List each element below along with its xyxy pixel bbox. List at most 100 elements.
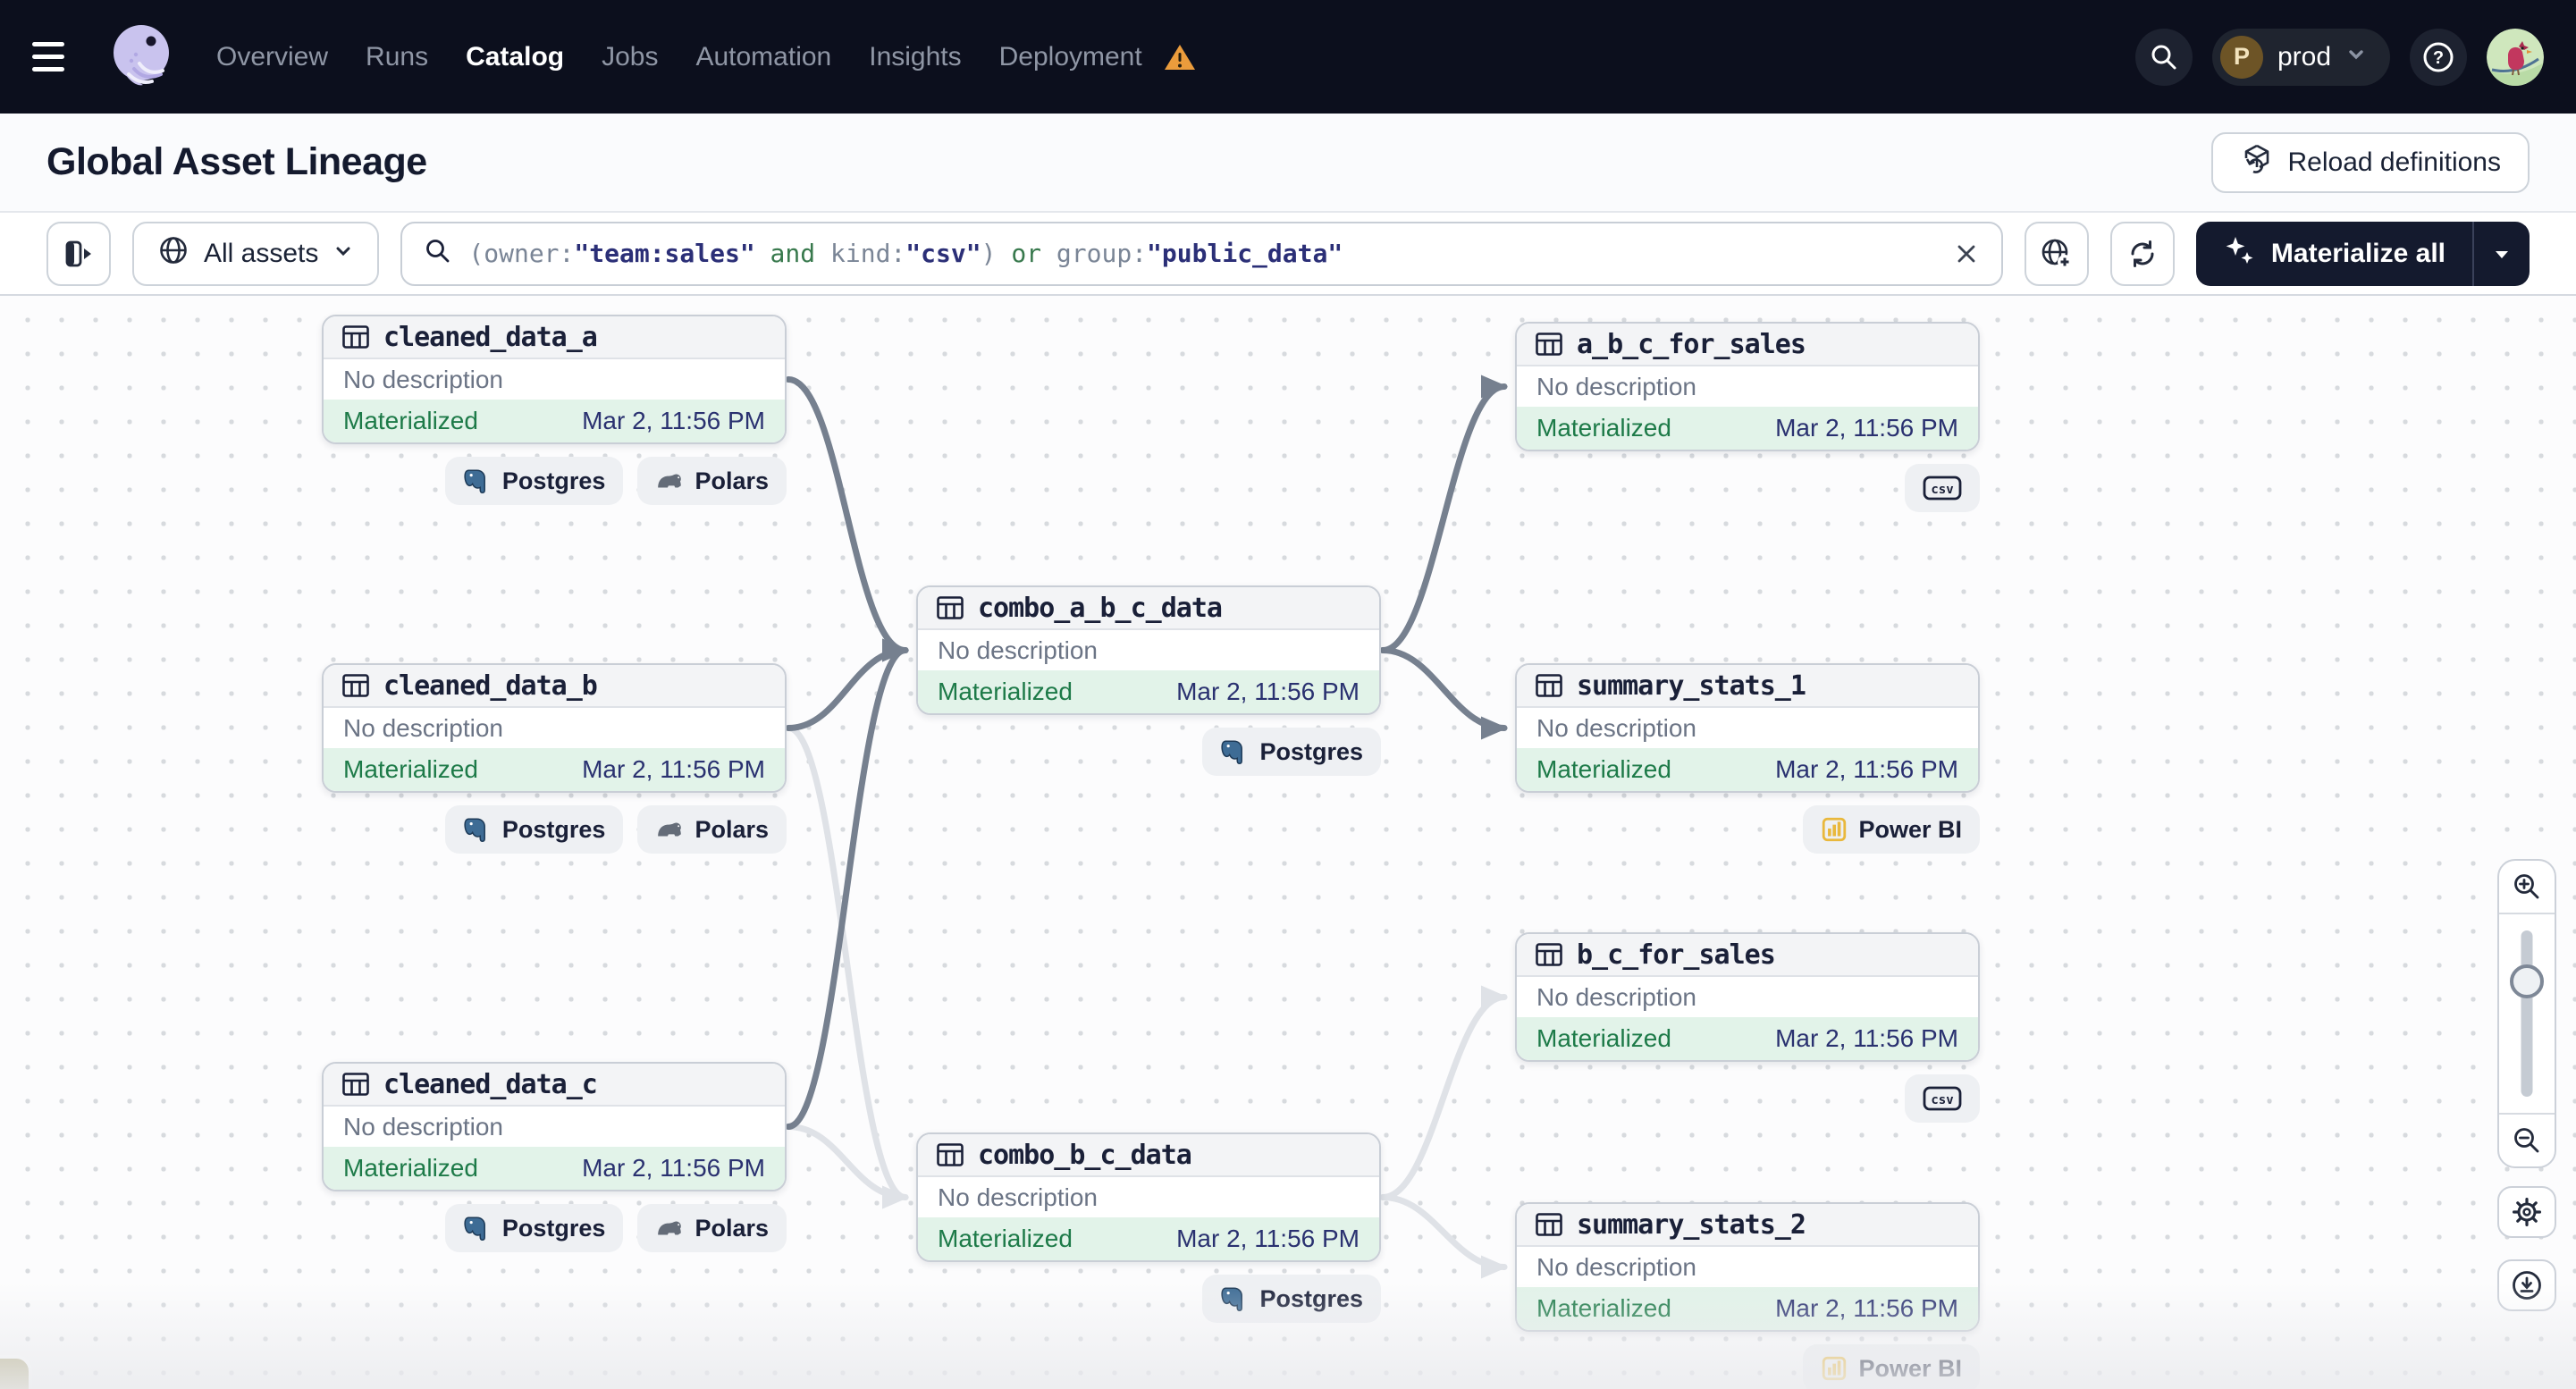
- asset-description: No description: [1536, 713, 1696, 742]
- asset-name: b_c_for_sales: [1577, 939, 1776, 971]
- asset-description: No description: [1536, 982, 1696, 1011]
- filter-query-text[interactable]: (owner:"team:sales" and kind:"csv") or g…: [468, 239, 1937, 268]
- kind-tag-label: Polars: [695, 815, 769, 843]
- zoom-panel: [2497, 859, 2556, 1168]
- asset-name: combo_a_b_c_data: [978, 592, 1223, 624]
- menu-icon[interactable]: [32, 29, 89, 86]
- kind-tag-polars[interactable]: Polars: [637, 457, 787, 505]
- asset-timestamp: Mar 2, 11:56 PM: [582, 407, 765, 434]
- kind-tag-label: Postgres: [501, 1214, 606, 1242]
- asset-timestamp: Mar 2, 11:56 PM: [1176, 678, 1360, 705]
- asset-name: cleaned_data_b: [383, 669, 598, 702]
- clear-icon[interactable]: [1953, 240, 1980, 267]
- minimap[interactable]: [0, 1355, 32, 1389]
- asset-name: cleaned_data_c: [383, 1068, 598, 1100]
- kind-tag-power-bi[interactable]: Power BI: [1803, 1344, 1980, 1389]
- zoom-out-icon[interactable]: [2499, 1115, 2555, 1166]
- table-icon: [1535, 941, 1563, 968]
- nav-item-insights[interactable]: Insights: [869, 42, 961, 72]
- asset-node-combo_b_c_data[interactable]: combo_b_c_data No description Materializ…: [916, 1132, 1381, 1262]
- table-icon: [1535, 1211, 1563, 1238]
- download-icon[interactable]: [2497, 1259, 2556, 1311]
- asset-status: Materialized: [1536, 755, 1671, 783]
- gear-icon[interactable]: [2497, 1186, 2556, 1238]
- asset-node-a_b_c_for_sales[interactable]: a_b_c_for_sales No description Materiali…: [1515, 322, 1980, 451]
- zoom-in-icon[interactable]: [2499, 861, 2555, 913]
- asset-node-b_c_for_sales[interactable]: b_c_for_sales No description Materialize…: [1515, 932, 1980, 1062]
- asset-node-header: combo_b_c_data: [918, 1134, 1379, 1177]
- asset-node-header: b_c_for_sales: [1517, 934, 1978, 977]
- refresh-icon[interactable]: [2109, 221, 2175, 286]
- kind-tags-summary_stats_1: Power BI: [1515, 805, 1980, 854]
- kind-tag-postgres[interactable]: Postgres: [1202, 728, 1381, 776]
- asset-description: No description: [1536, 1252, 1696, 1281]
- kind-tags-summary_stats_2: Power BI: [1515, 1344, 1980, 1389]
- asset-node-header: cleaned_data_c: [324, 1064, 785, 1107]
- nav-item-deployment[interactable]: Deployment: [999, 42, 1142, 72]
- nav-item-overview[interactable]: Overview: [216, 42, 328, 72]
- asset-node-body: No description: [324, 708, 785, 748]
- asset-node-body: No description: [1517, 708, 1978, 748]
- asset-status: Materialized: [938, 1225, 1073, 1252]
- asset-node-summary_stats_1[interactable]: summary_stats_1 No description Materiali…: [1515, 663, 1980, 793]
- csv-icon: csv: [1923, 1085, 1962, 1112]
- deployment-switcher[interactable]: P prod: [2211, 28, 2390, 86]
- asset-node-body: No description: [918, 630, 1379, 670]
- panel-expand-icon[interactable]: [46, 221, 111, 286]
- materialize-options-button[interactable]: [2472, 221, 2530, 286]
- kind-tag-polars[interactable]: Polars: [637, 1204, 787, 1252]
- zoom-slider-handle[interactable]: [2510, 964, 2544, 998]
- dagster-logo[interactable]: [102, 19, 179, 96]
- sparkles-icon: [2223, 233, 2257, 274]
- kind-tag-csv[interactable]: csv: [1905, 1074, 1980, 1123]
- asset-node-cleaned_data_c[interactable]: cleaned_data_c No description Materializ…: [322, 1062, 787, 1191]
- kind-tag-label: Postgres: [1259, 1284, 1363, 1312]
- asset-node-cleaned_data_b[interactable]: cleaned_data_b No description Materializ…: [322, 663, 787, 793]
- reload-definitions-icon: [2240, 142, 2274, 183]
- zoom-slider-track[interactable]: [2521, 930, 2533, 1097]
- reload-definitions-button[interactable]: Reload definitions: [2210, 131, 2530, 193]
- asset-scope-selector[interactable]: All assets: [132, 221, 380, 286]
- user-avatar[interactable]: [2487, 28, 2544, 86]
- asset-status: Materialized: [938, 678, 1073, 705]
- asset-status: Materialized: [1536, 414, 1671, 442]
- asset-filter-input[interactable]: (owner:"team:sales" and kind:"csv") or g…: [400, 221, 2003, 286]
- asset-description: No description: [343, 713, 503, 742]
- nav-item-catalog[interactable]: Catalog: [466, 42, 564, 72]
- search-icon[interactable]: [2134, 28, 2193, 86]
- nav-item-jobs[interactable]: Jobs: [602, 42, 658, 72]
- asset-node-body: No description: [1517, 366, 1978, 407]
- asset-node-footer: Materialized Mar 2, 11:56 PM: [918, 1217, 1379, 1260]
- kind-tag-postgres[interactable]: Postgres: [444, 457, 624, 505]
- materialize-all-button[interactable]: Materialize all: [2195, 221, 2472, 286]
- kind-tag-postgres[interactable]: Postgres: [444, 805, 624, 854]
- zoom-slider[interactable]: [2499, 913, 2555, 1115]
- kind-tags-cleaned_data_a: Postgres Polars: [322, 457, 787, 505]
- kind-tag-csv[interactable]: csv: [1905, 464, 1980, 512]
- asset-node-footer: Materialized Mar 2, 11:56 PM: [324, 400, 785, 442]
- polars-icon: [655, 468, 684, 493]
- asset-node-header: cleaned_data_a: [324, 316, 785, 359]
- kind-tags-cleaned_data_b: Postgres Polars: [322, 805, 787, 854]
- globe-add-icon[interactable]: [2024, 221, 2089, 286]
- page-header: Global Asset Lineage Reload definitions: [0, 114, 2576, 213]
- asset-node-cleaned_data_a[interactable]: cleaned_data_a No description Materializ…: [322, 315, 787, 444]
- kind-tag-postgres[interactable]: Postgres: [1202, 1275, 1381, 1323]
- nav-item-runs[interactable]: Runs: [366, 42, 428, 72]
- kind-tag-power-bi[interactable]: Power BI: [1803, 805, 1980, 854]
- help-icon[interactable]: ?: [2410, 28, 2467, 86]
- svg-text:csv: csv: [1931, 483, 1953, 497]
- lineage-canvas[interactable]: cleaned_data_a No description Materializ…: [0, 296, 2576, 1389]
- asset-name: summary_stats_1: [1577, 669, 1806, 702]
- asset-node-summary_stats_2[interactable]: summary_stats_2 No description Materiali…: [1515, 1202, 1980, 1332]
- app-root: Overview Runs Catalog Jobs Automation Insight…: [0, 0, 2576, 1389]
- asset-description: No description: [343, 1112, 503, 1141]
- asset-status: Materialized: [1536, 1024, 1671, 1052]
- asset-timestamp: Mar 2, 11:56 PM: [1176, 1225, 1360, 1252]
- kind-tag-postgres[interactable]: Postgres: [444, 1204, 624, 1252]
- nav-item-automation[interactable]: Automation: [695, 42, 831, 72]
- kind-tag-polars[interactable]: Polars: [637, 805, 787, 854]
- asset-node-combo_a_b_c_data[interactable]: combo_a_b_c_data No description Material…: [916, 585, 1381, 715]
- asset-name: cleaned_data_a: [383, 321, 598, 353]
- nav-right: P prod ?: [2134, 28, 2544, 86]
